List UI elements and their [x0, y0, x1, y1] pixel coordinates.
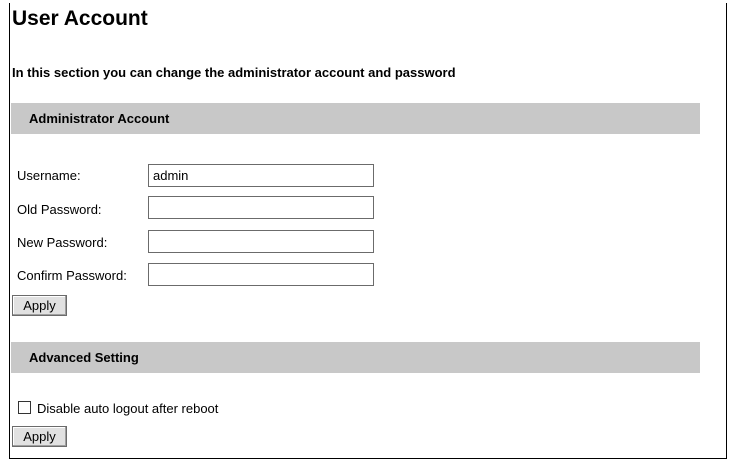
confirm-password-input[interactable] — [148, 263, 374, 286]
section-header-administrator-account: Administrator Account — [11, 103, 700, 134]
page-title: User Account — [12, 7, 148, 30]
disable-auto-logout-label: Disable auto logout after reboot — [37, 401, 219, 416]
apply-advanced-button[interactable]: Apply — [12, 426, 67, 447]
new-password-label: New Password: — [17, 235, 108, 250]
new-password-input[interactable] — [148, 230, 374, 253]
username-input[interactable] — [148, 164, 374, 187]
page-description: In this section you can change the admin… — [12, 65, 456, 80]
disable-auto-logout-checkbox[interactable] — [18, 401, 31, 414]
old-password-input[interactable] — [148, 196, 374, 219]
section-header-advanced-setting: Advanced Setting — [11, 342, 700, 373]
username-label: Username: — [17, 168, 81, 183]
old-password-label: Old Password: — [17, 202, 102, 217]
apply-account-button[interactable]: Apply — [12, 295, 67, 316]
confirm-password-label: Confirm Password: — [17, 268, 127, 283]
